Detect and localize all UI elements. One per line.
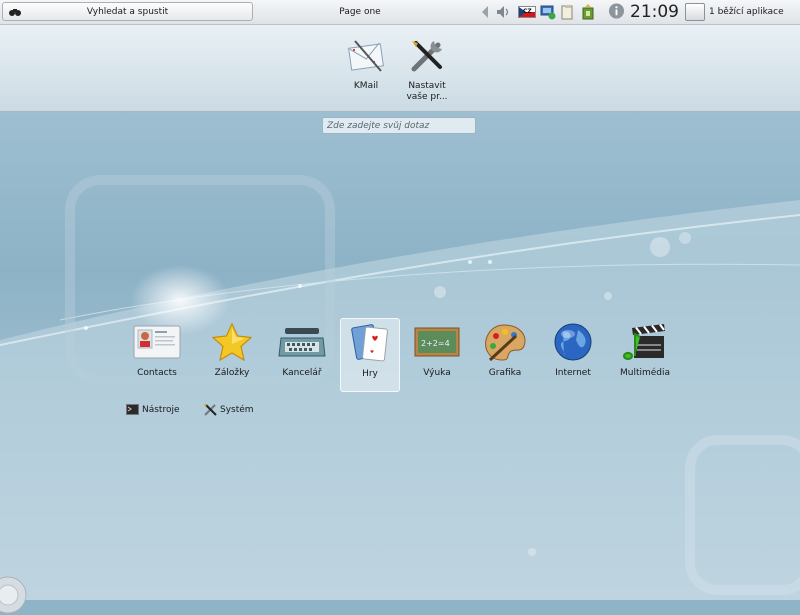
launcher-label: Vyhledat a spustit — [86, 7, 169, 17]
cards-icon — [351, 324, 388, 362]
clapperboard-icon — [623, 323, 665, 360]
category-multimedia[interactable]: Multimédia — [615, 318, 675, 392]
favorites-bar: KMail Nastavit vaše pr... — [0, 25, 800, 112]
window-icon — [685, 3, 705, 21]
updates-icon[interactable] — [580, 4, 596, 20]
mail-icon — [348, 40, 384, 72]
category-label: Internet — [555, 368, 591, 378]
category-internet[interactable]: Internet — [543, 318, 603, 392]
category-label: Kancelář — [282, 368, 322, 378]
keyboard-layout-code: CZ — [523, 8, 532, 15]
volume-icon[interactable] — [495, 4, 511, 20]
category-label: Multimédia — [619, 368, 671, 378]
category-bookmarks[interactable]: Záložky — [202, 318, 262, 392]
favorite-kmail[interactable]: KMail — [331, 37, 401, 92]
info-icon[interactable] — [608, 3, 625, 19]
search-query-input[interactable] — [322, 117, 476, 134]
system-tools-icon — [204, 404, 217, 416]
category-label: Hry — [362, 369, 378, 379]
page-label: Page one — [339, 7, 381, 17]
running-applications-button[interactable]: 1 běžící aplikace — [685, 3, 799, 22]
search-and-launch-button[interactable]: Vyhledat a spustit — [2, 2, 253, 21]
category-office[interactable]: Kancelář — [272, 318, 332, 392]
category-education[interactable]: 2+2=4 Výuka — [407, 318, 467, 392]
category-contacts[interactable]: Contacts — [127, 318, 187, 392]
star-icon — [211, 322, 253, 362]
clipboard-icon[interactable] — [560, 4, 576, 20]
arrow-left-icon[interactable] — [480, 4, 490, 20]
network-icon[interactable] — [540, 4, 556, 20]
typewriter-icon — [278, 328, 326, 357]
category-games[interactable]: Hry — [340, 318, 400, 392]
favorite-system-settings[interactable]: Nastavit vaše pr... — [392, 37, 462, 103]
running-applications-label: 1 běžící aplikace — [709, 7, 784, 17]
chalkboard-icon: 2+2=4 — [414, 327, 460, 357]
palette-icon — [485, 324, 526, 362]
globe-icon — [554, 323, 592, 361]
top-panel: Vyhledat a spustit Page one CZ 21:09 1 b… — [0, 0, 800, 25]
terminal-icon — [126, 404, 139, 415]
clock[interactable]: 21:09 — [630, 2, 679, 22]
contacts-icon — [133, 325, 181, 359]
category-graphics[interactable]: Grafika — [475, 318, 535, 392]
subcategory-label: Nástroje — [142, 405, 180, 415]
category-label: Záložky — [214, 368, 250, 378]
category-label: Grafika — [488, 368, 522, 378]
keyboard-layout-flag[interactable]: CZ — [518, 6, 536, 18]
subcategory-label: Systém — [220, 405, 254, 415]
category-label: Výuka — [423, 368, 451, 378]
favorite-label: KMail — [353, 81, 379, 91]
favorite-label: Nastavit vaše pr... — [406, 81, 448, 102]
svg-text:2+2=4: 2+2=4 — [421, 339, 450, 348]
tools-icon — [411, 41, 442, 72]
desktop-toolbox-icon[interactable] — [0, 575, 28, 615]
category-label: Contacts — [137, 368, 177, 378]
